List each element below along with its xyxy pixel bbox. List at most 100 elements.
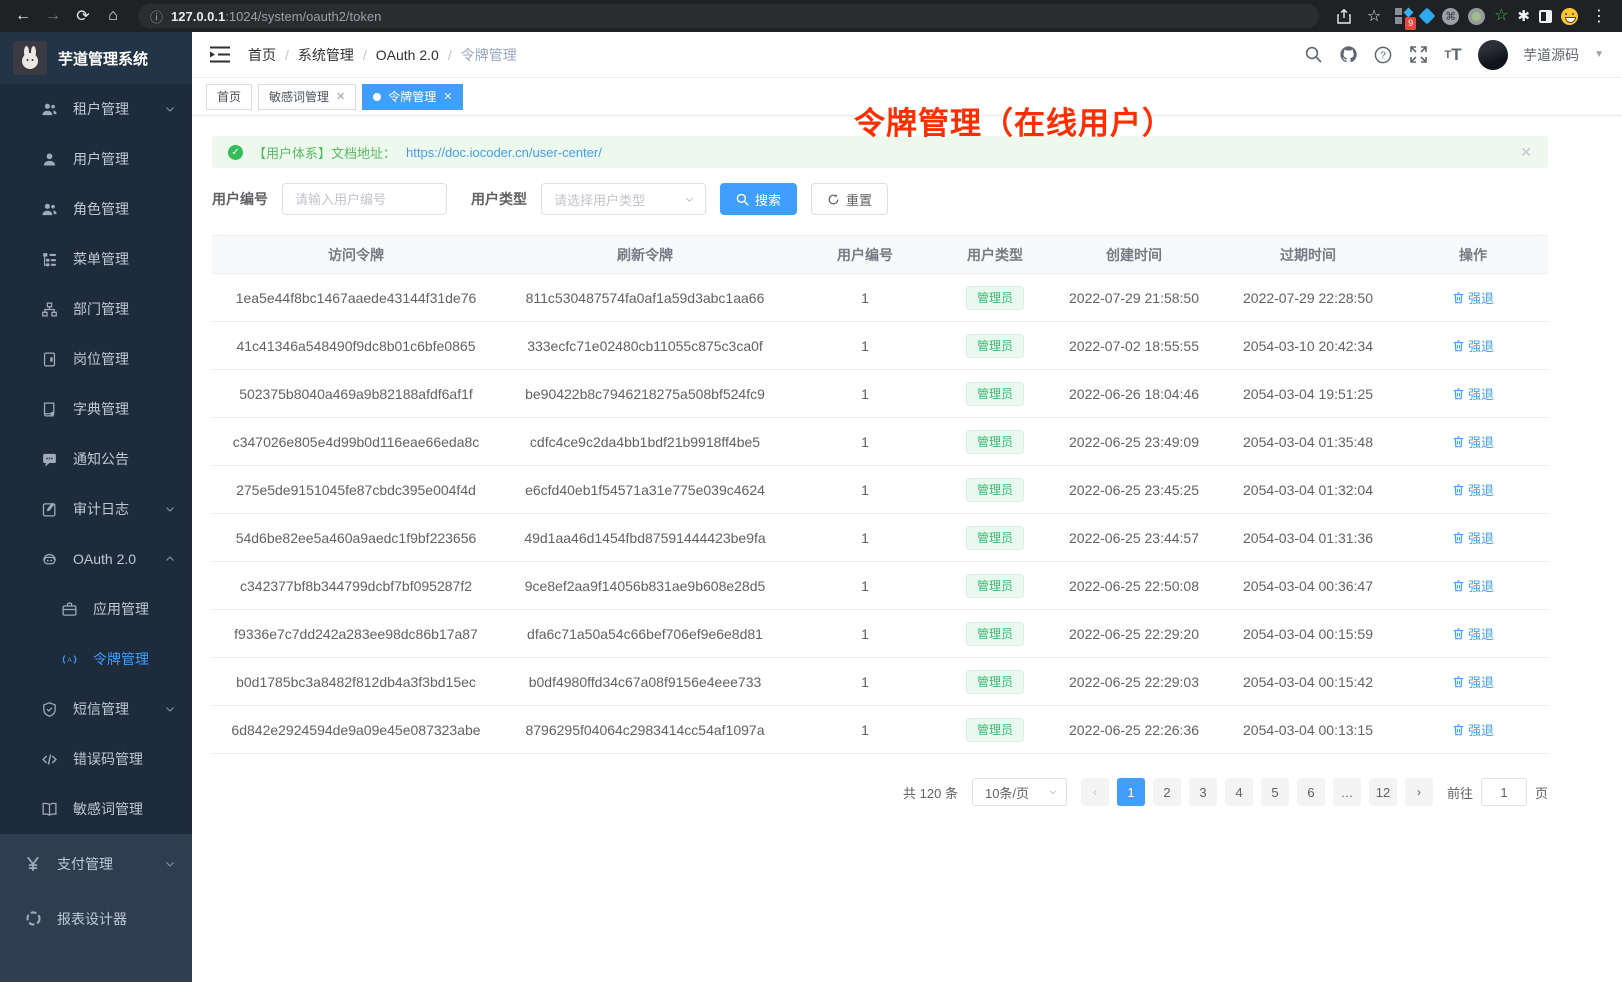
bookmark-star-icon[interactable]: ☆ bbox=[1361, 4, 1387, 28]
pager-prev-button[interactable]: ‹ bbox=[1081, 778, 1109, 806]
pagination: 共 120 条 10条/页 ‹ 123456…12 › 前往 页 bbox=[212, 778, 1548, 806]
browser-back-button[interactable]: ← bbox=[10, 4, 36, 28]
refresh-token-cell: 49d1aa46d1454fbd87591444423be9fa bbox=[500, 514, 790, 562]
reset-button[interactable]: 重置 bbox=[811, 183, 888, 215]
extension-grid-icon[interactable]: 9 bbox=[1395, 8, 1412, 25]
alert-close-icon[interactable]: ✕ bbox=[1520, 144, 1532, 161]
force-logout-button[interactable]: 强退 bbox=[1452, 528, 1494, 547]
extension-emoji-icon[interactable] bbox=[1561, 8, 1578, 25]
sidebar-item-sms[interactable]: 短信管理 bbox=[0, 684, 192, 734]
dept-icon bbox=[40, 300, 58, 318]
sidebar-item-audit[interactable]: 审计日志 bbox=[0, 484, 192, 534]
sidebar-item-notice[interactable]: 通知公告 bbox=[0, 434, 192, 484]
expire-time-cell: 2054-03-04 00:15:42 bbox=[1218, 658, 1398, 706]
address-bar[interactable]: ⓘ 127.0.0.1:1024/system/oauth2/token bbox=[138, 4, 1319, 28]
username[interactable]: 芋道源码 bbox=[1523, 45, 1579, 65]
tab-home[interactable]: 首页 bbox=[206, 84, 252, 110]
sidebar-item-errcode[interactable]: 错误码管理 bbox=[0, 734, 192, 784]
refresh-token-cell: 8796295f04064c2983414cc54af1097a bbox=[500, 706, 790, 754]
sidebar-item-pay[interactable]: 支付管理 bbox=[0, 836, 192, 891]
user-id-cell: 1 bbox=[790, 418, 940, 466]
browser-reload-button[interactable]: ⟳ bbox=[70, 4, 96, 28]
sidebar-item-user[interactable]: 用户管理 bbox=[0, 134, 192, 184]
pager-page-6[interactable]: 6 bbox=[1297, 778, 1325, 806]
sidebar-item-menu[interactable]: 菜单管理 bbox=[0, 234, 192, 284]
close-icon[interactable]: ✕ bbox=[336, 90, 345, 103]
user-id-cell: 1 bbox=[790, 706, 940, 754]
force-logout-button[interactable]: 强退 bbox=[1452, 576, 1494, 595]
sidebar-item-dict[interactable]: 字典管理 bbox=[0, 384, 192, 434]
tab-token-management[interactable]: 令牌管理 ✕ bbox=[362, 84, 463, 110]
doc-link[interactable]: https://doc.iocoder.cn/user-center/ bbox=[406, 145, 602, 160]
app-title: 芋道管理系统 bbox=[58, 48, 148, 69]
force-logout-button[interactable]: 强退 bbox=[1452, 720, 1494, 739]
search-icon[interactable] bbox=[1303, 45, 1323, 65]
user-type-badge: 管理员 bbox=[966, 478, 1024, 502]
pager-page-12[interactable]: 12 bbox=[1369, 778, 1397, 806]
help-icon[interactable]: ? bbox=[1373, 45, 1393, 65]
pager-page-2[interactable]: 2 bbox=[1153, 778, 1181, 806]
force-logout-button[interactable]: 强退 bbox=[1452, 336, 1494, 355]
sidebar-item-oauth[interactable]: OAuth 2.0 bbox=[0, 534, 192, 584]
pager-ellipsis[interactable]: … bbox=[1333, 778, 1361, 806]
sidebar-item-dept[interactable]: 部门管理 bbox=[0, 284, 192, 334]
collapse-sidebar-icon[interactable] bbox=[210, 46, 232, 64]
goto-page-input[interactable] bbox=[1481, 778, 1527, 806]
chevron-down-icon[interactable]: ▼ bbox=[1594, 49, 1604, 60]
sidebar-item-sensitive[interactable]: 敏感词管理 bbox=[0, 784, 192, 834]
avatar[interactable] bbox=[1478, 40, 1508, 70]
force-logout-button[interactable]: 强退 bbox=[1452, 672, 1494, 691]
notice-icon bbox=[40, 450, 58, 468]
extension-record-icon[interactable] bbox=[1468, 8, 1485, 25]
force-logout-button[interactable]: 强退 bbox=[1452, 624, 1494, 643]
force-logout-button[interactable]: 强退 bbox=[1452, 288, 1494, 307]
sidebar-item-role[interactable]: 角色管理 bbox=[0, 184, 192, 234]
browser-menu-icon[interactable]: ⋮ bbox=[1586, 4, 1612, 28]
column-header: 用户编号 bbox=[790, 236, 940, 274]
user-type-badge: 管理员 bbox=[966, 334, 1024, 358]
user-type-select[interactable]: 请选择用户类型 bbox=[541, 183, 706, 215]
chevron-down-icon bbox=[1048, 787, 1058, 797]
breadcrumb-oauth[interactable]: OAuth 2.0 bbox=[376, 47, 439, 63]
sidebar-item-app[interactable]: 应用管理 bbox=[0, 584, 192, 634]
user-id-input[interactable] bbox=[282, 183, 447, 215]
force-logout-button[interactable]: 强退 bbox=[1452, 480, 1494, 499]
share-icon[interactable] bbox=[1331, 4, 1357, 28]
pager-page-1[interactable]: 1 bbox=[1117, 778, 1145, 806]
expire-time-cell: 2022-07-29 22:28:50 bbox=[1218, 274, 1398, 322]
tab-sensitive-words[interactable]: 敏感词管理 ✕ bbox=[258, 84, 356, 110]
close-icon[interactable]: ✕ bbox=[443, 90, 452, 103]
extension-flower-icon[interactable]: ✱ bbox=[1517, 9, 1530, 24]
search-button[interactable]: 搜索 bbox=[720, 183, 797, 215]
fullscreen-icon[interactable] bbox=[1408, 45, 1428, 65]
access-token-cell: 41c41346a548490f9dc8b01c6bfe0865 bbox=[212, 322, 500, 370]
font-size-icon[interactable]: TT bbox=[1443, 45, 1463, 65]
table-row: 41c41346a548490f9dc8b01c6bfe0865333ecfc7… bbox=[212, 322, 1548, 370]
extension-star-icon[interactable]: ☆ bbox=[1494, 8, 1508, 24]
extension-command-icon[interactable]: ⌘ bbox=[1442, 8, 1459, 25]
pager-page-4[interactable]: 4 bbox=[1225, 778, 1253, 806]
sidebar-item-post[interactable]: 岗位管理 bbox=[0, 334, 192, 384]
page-size-select[interactable]: 10条/页 bbox=[972, 778, 1067, 806]
sidebar-item-tenant[interactable]: 租户管理 bbox=[0, 84, 192, 134]
github-icon[interactable] bbox=[1338, 45, 1358, 65]
role-icon bbox=[40, 200, 58, 218]
pager-next-button[interactable]: › bbox=[1405, 778, 1433, 806]
breadcrumb-system[interactable]: 系统管理 bbox=[298, 45, 354, 65]
force-logout-button[interactable]: 强退 bbox=[1452, 432, 1494, 451]
sidebar-item-token[interactable]: A令牌管理 bbox=[0, 634, 192, 684]
refresh-token-cell: dfa6c71a50a54c66bef706ef9e6e8d81 bbox=[500, 610, 790, 658]
access-token-cell: c342377bf8b344799dcbf7bf095287f2 bbox=[212, 562, 500, 610]
extension-gem-icon[interactable] bbox=[1419, 8, 1436, 25]
site-info-icon[interactable]: ⓘ bbox=[150, 7, 163, 26]
browser-forward-button[interactable]: → bbox=[40, 4, 66, 28]
pager-page-5[interactable]: 5 bbox=[1261, 778, 1289, 806]
force-logout-button[interactable]: 强退 bbox=[1452, 384, 1494, 403]
extension-sidepanel-icon[interactable] bbox=[1539, 10, 1552, 23]
breadcrumb-home[interactable]: 首页 bbox=[248, 45, 276, 65]
browser-home-button[interactable]: ⌂ bbox=[100, 4, 126, 28]
sidebar-item-report[interactable]: 报表设计器 bbox=[0, 891, 192, 946]
svg-text:A: A bbox=[67, 656, 72, 663]
pager-page-3[interactable]: 3 bbox=[1189, 778, 1217, 806]
created-time-cell: 2022-06-25 22:29:03 bbox=[1050, 658, 1218, 706]
